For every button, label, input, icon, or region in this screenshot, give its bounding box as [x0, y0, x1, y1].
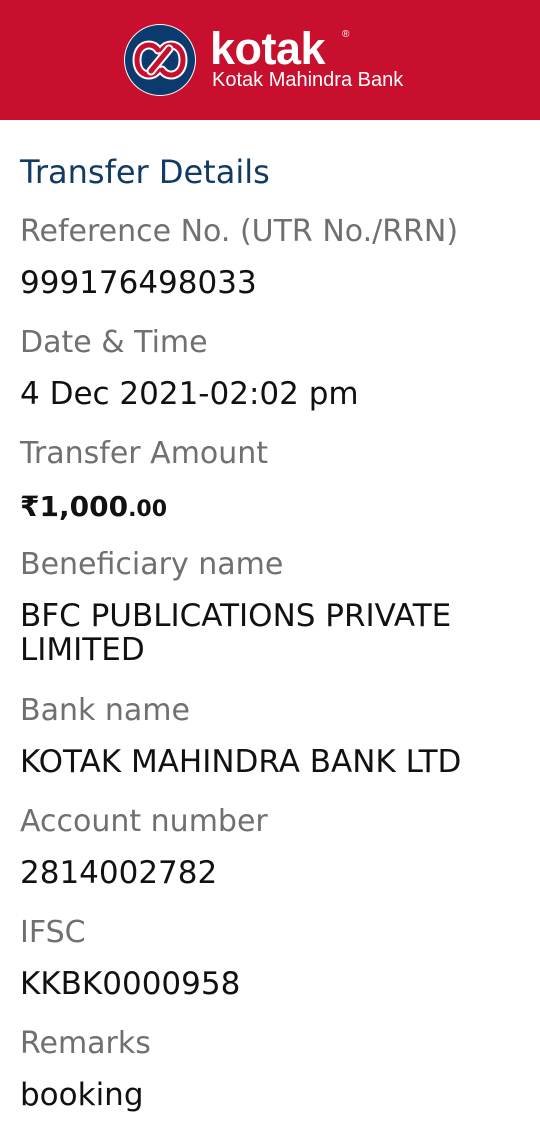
date-time-value: 4 Dec 2021-02:02 pm	[20, 376, 359, 412]
brand-name: kotak	[210, 23, 326, 74]
beneficiary-value: BFC PUBLICATIONS PRIVATE LIMITED	[20, 598, 452, 668]
amount-decimals: .00	[128, 497, 168, 522]
bank-name-label: Bank name	[20, 693, 190, 728]
ifsc-value: KKBK0000958	[20, 966, 241, 1002]
app-header: kotak ® Kotak Mahindra Bank	[0, 0, 540, 120]
remarks-label: Remarks	[20, 1026, 151, 1061]
account-number-value: 2814002782	[20, 855, 218, 891]
account-number-label: Account number	[20, 804, 268, 839]
date-time-label: Date & Time	[20, 325, 208, 360]
brand-subtitle: Kotak Mahindra Bank	[212, 69, 404, 91]
registered-mark: ®	[342, 29, 350, 40]
kotak-logo-icon	[124, 24, 196, 96]
reference-label: Reference No. (UTR No./RRN)	[20, 214, 459, 249]
reference-value: 999176498033	[20, 265, 257, 301]
ifsc-label: IFSC	[20, 915, 86, 950]
bank-name-value: KOTAK MAHINDRA BANK LTD	[20, 744, 462, 780]
amount-main: ₹1,000	[20, 490, 129, 523]
transfer-amount-label: Transfer Amount	[20, 436, 269, 471]
remarks-value: booking	[20, 1077, 144, 1113]
transfer-amount-value: ₹1,000.00	[20, 489, 167, 529]
section-title: Transfer Details	[20, 153, 270, 191]
beneficiary-label: Beneficiary name	[20, 547, 284, 582]
